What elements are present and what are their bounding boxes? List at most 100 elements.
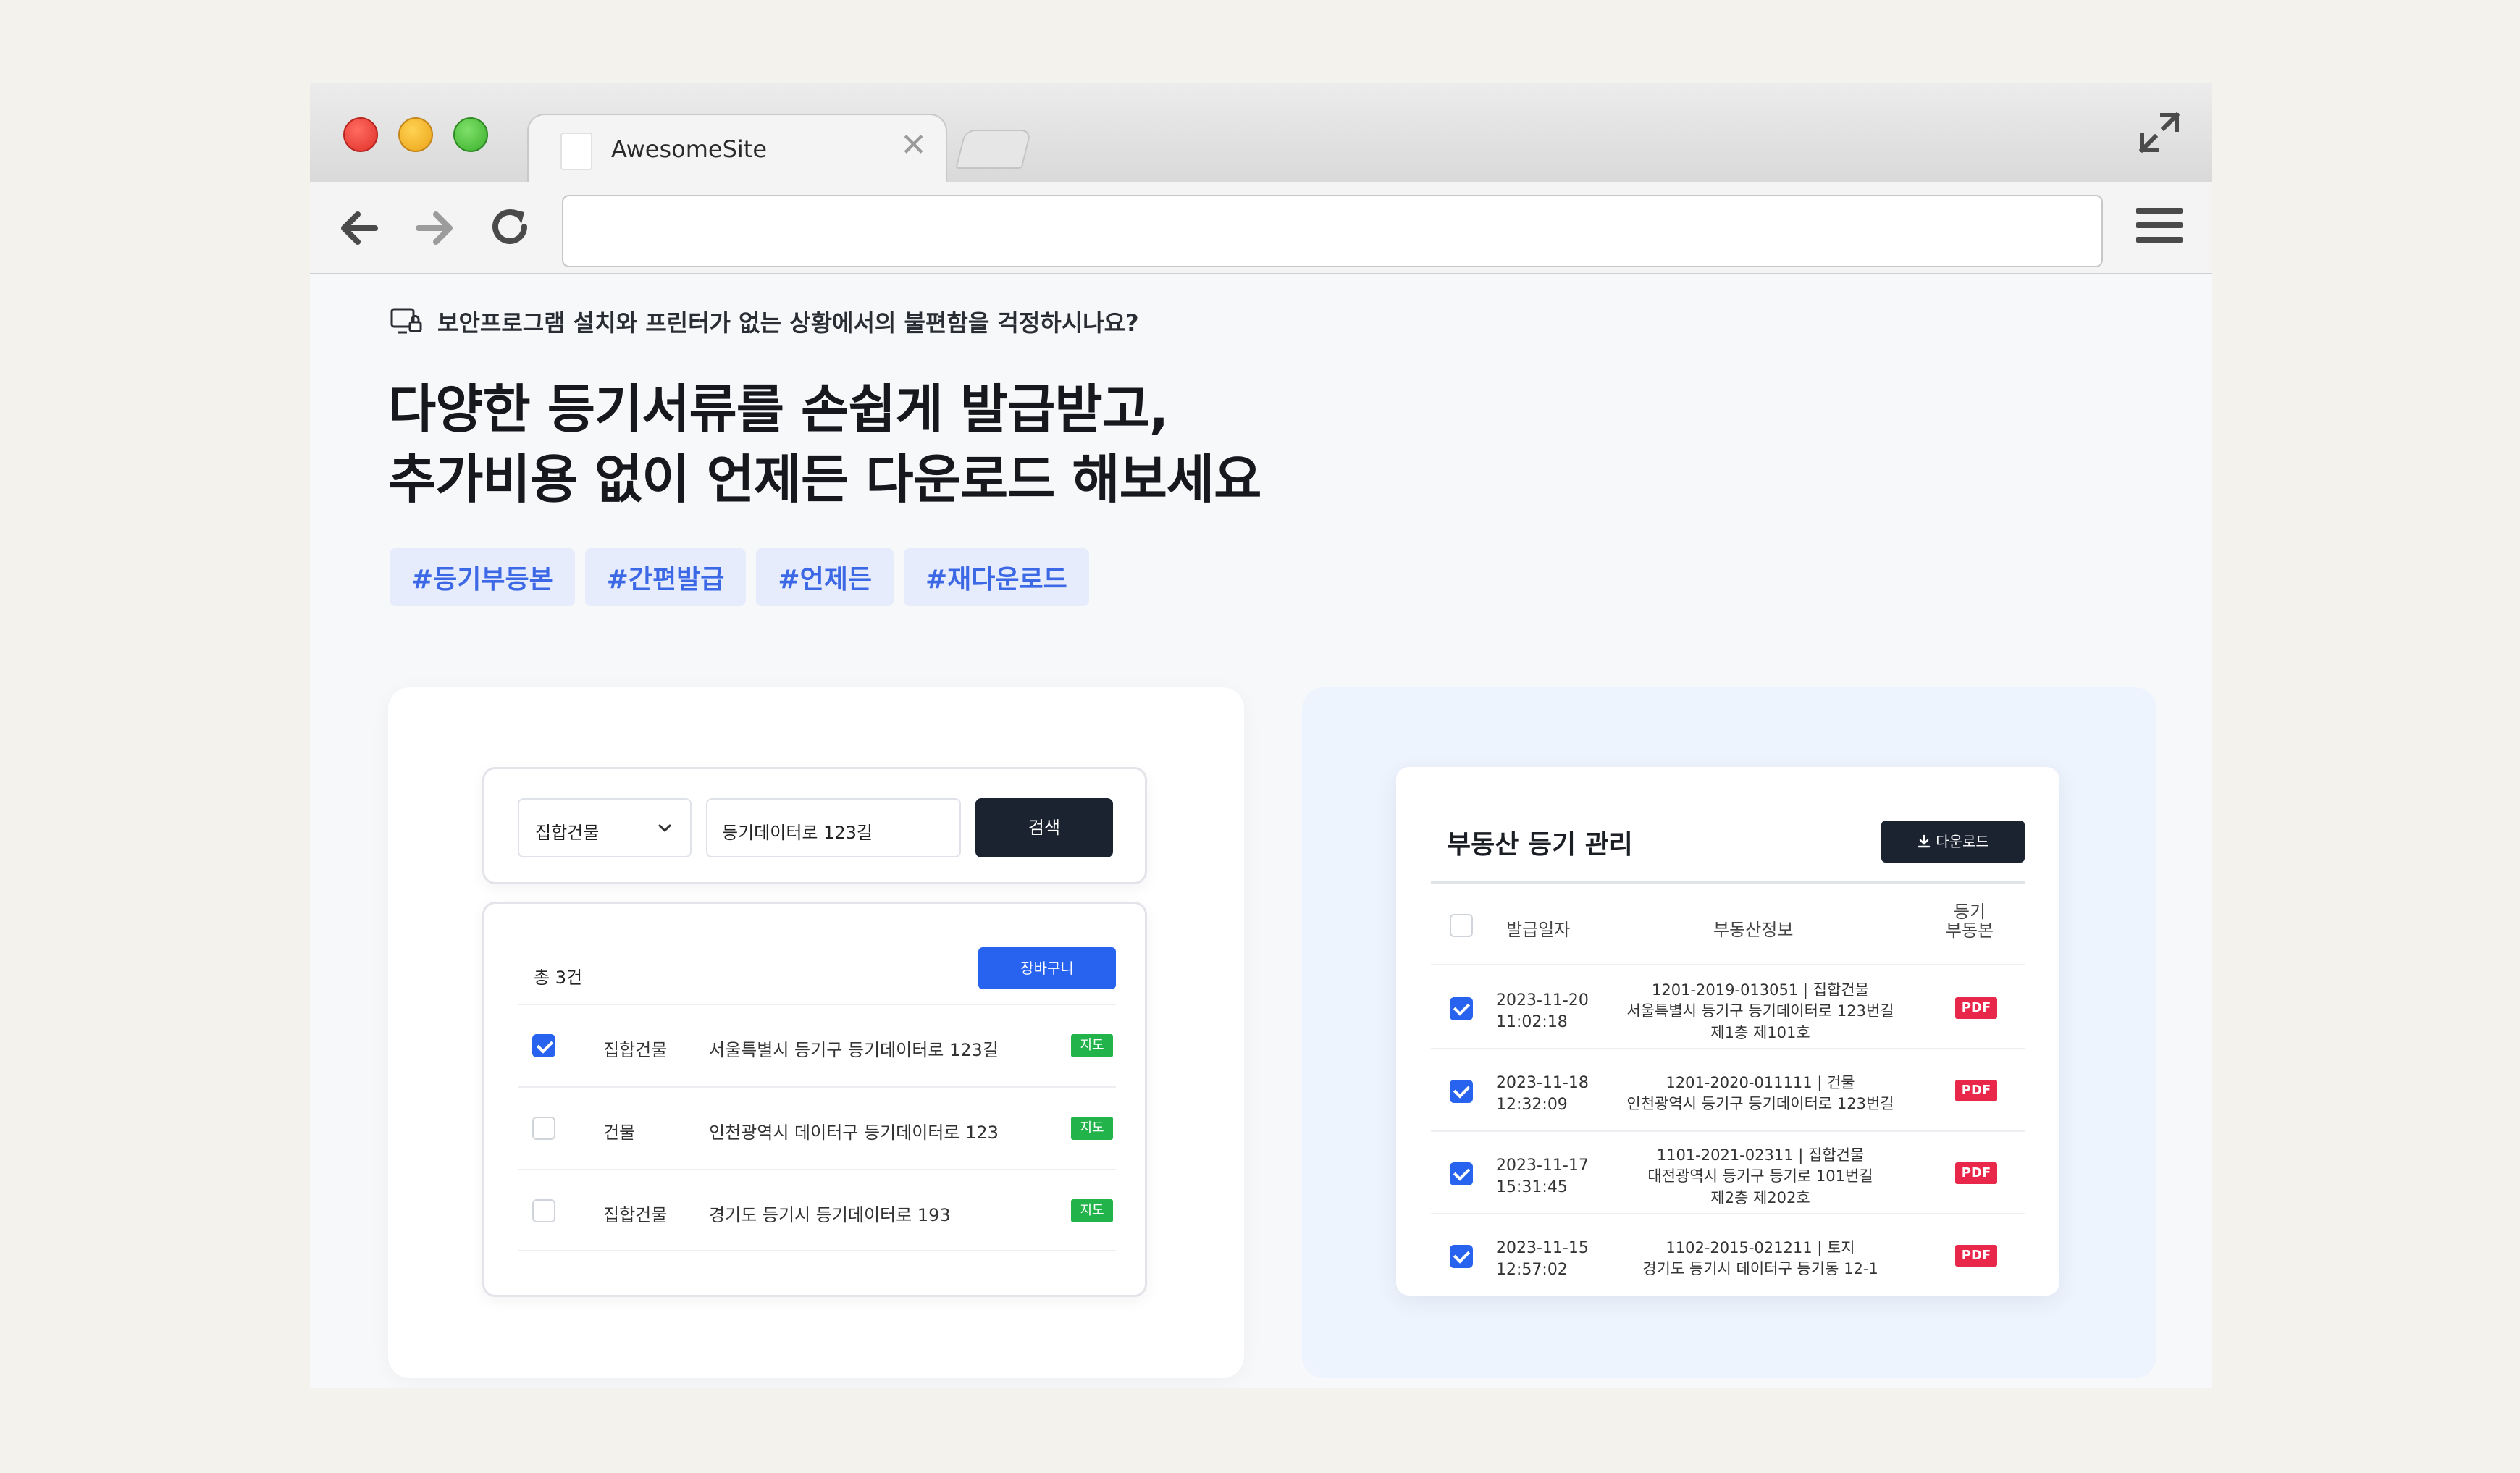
browser-titlebar: AwesomeSite ✕ xyxy=(310,83,2212,183)
notice-banner: 보안프로그램 설치와 프린터가 없는 상황에서의 불편함을 걱정하시나요? xyxy=(390,305,1139,338)
map-badge[interactable]: 지도 xyxy=(1071,1117,1113,1140)
property-info-line1: 1201-2019-013051 | 집합건물 xyxy=(1652,981,1869,999)
issue-date: 2023-11-17 xyxy=(1496,1157,1589,1175)
monitor-lock-icon xyxy=(390,308,422,334)
property-info: 1201-2020-011111 | 건물 인천광역시 등기구 등기데이터로 1… xyxy=(1590,1073,1931,1115)
result-type: 건물 xyxy=(603,1122,636,1143)
result-type: 집합건물 xyxy=(603,1040,668,1060)
result-checkbox[interactable] xyxy=(532,1034,555,1057)
page-headline: 다양한 등기서류를 손쉽게 발급받고, 추가비용 없이 언제든 다운로드 해보세… xyxy=(388,374,1261,515)
property-info-line3: 제2층 제202호 xyxy=(1710,1188,1810,1206)
registry-row[interactable]: 2023-11-18 12:32:09 1201-2020-011111 | 건… xyxy=(1431,1049,2025,1132)
add-to-cart-button[interactable]: 장바구니 xyxy=(978,947,1116,989)
row-checkbox[interactable] xyxy=(1450,1080,1473,1103)
issue-time: 12:57:02 xyxy=(1496,1260,1568,1279)
download-label: 다운로드 xyxy=(1936,833,1989,850)
issue-datetime: 2023-11-18 12:32:09 xyxy=(1496,1073,1589,1115)
property-info-line1: 1102-2015-021211 | 토지 xyxy=(1666,1239,1855,1256)
column-header-date: 발급일자 xyxy=(1506,920,1571,940)
property-type-select[interactable]: 집합건물 xyxy=(518,798,692,857)
browser-toolbar xyxy=(310,182,2212,274)
pdf-badge[interactable]: PDF xyxy=(1955,1245,1997,1267)
new-tab-button[interactable] xyxy=(955,130,1032,169)
result-row[interactable]: 건물 인천광역시 데이터구 등기데이터로 123 지도 xyxy=(518,1086,1116,1169)
property-info-line2: 서울특별시 등기구 등기데이터로 123번길 xyxy=(1626,1002,1894,1020)
page-content: 보안프로그램 설치와 프린터가 없는 상황에서의 불편함을 걱정하시나요? 다양… xyxy=(310,276,2212,1388)
property-info: 1102-2015-021211 | 토지 경기도 등기시 데이터구 등기동 1… xyxy=(1590,1238,1931,1280)
address-bar-input[interactable] xyxy=(562,195,2103,267)
issue-date: 2023-11-18 xyxy=(1496,1074,1589,1092)
hashtag-easy-issue[interactable]: #간편발급 xyxy=(584,548,747,606)
pdf-badge[interactable]: PDF xyxy=(1955,997,1997,1019)
issue-date: 2023-11-15 xyxy=(1496,1239,1589,1257)
pdf-badge[interactable]: PDF xyxy=(1955,1162,1997,1184)
result-checkbox[interactable] xyxy=(532,1117,555,1140)
map-badge[interactable]: 지도 xyxy=(1071,1034,1113,1057)
pdf-badge[interactable]: PDF xyxy=(1955,1080,1997,1101)
issue-date: 2023-11-20 xyxy=(1496,991,1589,1010)
tab-title: AwesomeSite xyxy=(611,135,767,163)
select-all-checkbox[interactable] xyxy=(1450,914,1473,937)
reload-icon[interactable] xyxy=(484,202,536,254)
registry-title: 부동산 등기 관리 xyxy=(1447,830,1633,860)
result-type: 집합건물 xyxy=(603,1205,668,1225)
address-search-input[interactable]: 등기데이터로 123길 xyxy=(706,798,961,857)
issue-datetime: 2023-11-17 15:31:45 xyxy=(1496,1155,1589,1198)
registry-row[interactable]: 2023-11-15 12:57:02 1102-2015-021211 | 토… xyxy=(1431,1214,2025,1297)
property-info: 1101-2021-02311 | 집합건물 대전광역시 등기구 등기로 101… xyxy=(1590,1145,1931,1209)
headline-line-2: 추가비용 없이 언제든 다운로드 해보세요 xyxy=(388,449,1261,511)
property-info-line2: 경기도 등기시 데이터구 등기동 12-1 xyxy=(1642,1260,1878,1278)
result-address: 경기도 등기시 등기데이터로 193 xyxy=(709,1205,951,1225)
tab-close-icon[interactable]: ✕ xyxy=(900,130,927,161)
column-header-info: 부동산정보 xyxy=(1713,920,1794,940)
headline-line-1: 다양한 등기서류를 손쉽게 발급받고, xyxy=(388,379,1169,440)
registry-row[interactable]: 2023-11-17 15:31:45 1101-2021-02311 | 집합… xyxy=(1431,1132,2025,1214)
search-results: 총 3건 장바구니 집합건물 서울특별시 등기구 등기데이터로 123길 지도 … xyxy=(482,902,1147,1297)
property-info-line2: 인천광역시 등기구 등기데이터로 123번길 xyxy=(1626,1095,1894,1113)
minimize-window-button[interactable] xyxy=(398,117,433,152)
map-badge[interactable]: 지도 xyxy=(1071,1199,1113,1222)
property-type-value: 집합건물 xyxy=(535,823,600,843)
issue-datetime: 2023-11-15 12:57:02 xyxy=(1496,1238,1589,1280)
property-info-line3: 제1층 제101호 xyxy=(1710,1023,1810,1041)
hashtag-anytime[interactable]: #언제든 xyxy=(756,548,894,606)
result-count: 총 3건 xyxy=(534,968,583,988)
row-checkbox[interactable] xyxy=(1450,997,1473,1020)
issue-time: 15:31:45 xyxy=(1496,1178,1568,1196)
column-header-document-line1: 등기 xyxy=(1953,902,1986,922)
result-row[interactable]: 집합건물 경기도 등기시 등기데이터로 193 지도 xyxy=(518,1169,1116,1251)
registry-panel: 부동산 등기 관리 다운로드 발급일자 부동산정보 등기 부동본 2023-11… xyxy=(1396,767,2059,1296)
property-info-line2: 대전광역시 등기구 등기로 101번길 xyxy=(1647,1167,1873,1185)
issue-time: 11:02:18 xyxy=(1496,1012,1568,1031)
result-address: 서울특별시 등기구 등기데이터로 123길 xyxy=(709,1040,999,1060)
result-address: 인천광역시 데이터구 등기데이터로 123 xyxy=(709,1122,999,1143)
issue-time: 12:32:09 xyxy=(1496,1095,1568,1114)
download-icon xyxy=(1918,834,1931,848)
browser-tab-active[interactable]: AwesomeSite ✕ xyxy=(527,114,947,183)
registry-row[interactable]: 2023-11-20 11:02:18 1201-2019-013051 | 집… xyxy=(1431,967,2025,1049)
hashtag-list: #등기부등본 #간편발급 #언제든 #재다운로드 xyxy=(390,548,1089,606)
issue-datetime: 2023-11-20 11:02:18 xyxy=(1496,990,1589,1033)
row-checkbox[interactable] xyxy=(1450,1162,1473,1185)
column-header-document: 등기 부동본 xyxy=(1941,902,1999,941)
chevron-down-icon xyxy=(658,824,671,832)
search-button[interactable]: 검색 xyxy=(975,798,1113,857)
search-preview-card: 집합건물 등기데이터로 123길 검색 총 3건 장바구니 집합건물 서울특별시… xyxy=(388,687,1244,1378)
column-header-document-line2: 부동본 xyxy=(1945,920,1994,941)
arrow-right-icon[interactable] xyxy=(408,202,461,254)
result-checkbox[interactable] xyxy=(532,1199,555,1222)
hamburger-menu-icon[interactable] xyxy=(2136,208,2183,248)
maximize-window-button[interactable] xyxy=(453,117,488,152)
hashtag-registry-copy[interactable]: #등기부등본 xyxy=(390,548,575,606)
result-row[interactable]: 집합건물 서울특별시 등기구 등기데이터로 123길 지도 xyxy=(518,1004,1116,1086)
property-info-line1: 1201-2020-011111 | 건물 xyxy=(1666,1074,1855,1091)
row-checkbox[interactable] xyxy=(1450,1245,1473,1268)
expand-icon[interactable] xyxy=(2136,109,2183,156)
arrow-left-icon[interactable] xyxy=(333,202,385,254)
close-window-button[interactable] xyxy=(343,117,378,152)
hashtag-redownload[interactable]: #재다운로드 xyxy=(903,548,1089,606)
property-info-line1: 1101-2021-02311 | 집합건물 xyxy=(1656,1146,1865,1164)
page-favicon-icon xyxy=(560,133,592,170)
download-button[interactable]: 다운로드 xyxy=(1881,821,2025,863)
search-form: 집합건물 등기데이터로 123길 검색 xyxy=(482,767,1147,884)
